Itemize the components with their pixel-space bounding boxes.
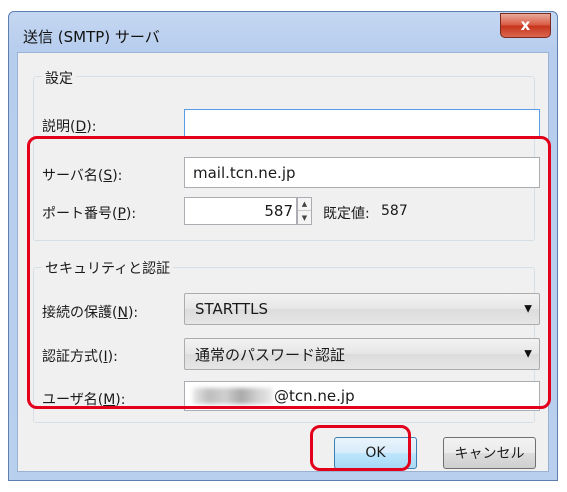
auth-method-select[interactable]: 通常のパスワード認証 ▼ <box>184 338 540 370</box>
username-domain: @tcn.ne.jp <box>274 387 355 405</box>
redacted-username-blur <box>193 388 273 404</box>
smtp-server-dialog: 送信 (SMTP) サーバ x 設定 説明(D): サーバ名(S): mail.… <box>8 11 558 481</box>
username-label: ユーザ名(M): <box>42 392 126 408</box>
security-group-label: セキュリティと認証 <box>42 258 174 278</box>
close-icon: x <box>520 16 531 34</box>
port-label: ポート番号(P): <box>42 206 137 222</box>
ok-button[interactable]: OK <box>334 437 417 469</box>
auth-method-label: 認証方式(I): <box>42 349 118 365</box>
title-bar: 送信 (SMTP) サーバ x <box>9 12 557 52</box>
close-button[interactable]: x <box>500 13 551 38</box>
dropdown-arrow-icon: ▼ <box>524 348 532 360</box>
spin-up-icon[interactable]: ▲ <box>298 198 311 211</box>
connection-security-value: STARTTLS <box>195 300 269 318</box>
connection-security-select[interactable]: STARTTLS ▼ <box>184 293 540 325</box>
port-input[interactable]: 587 <box>184 197 297 225</box>
server-name-label: サーバ名(S): <box>42 168 123 184</box>
server-name-input[interactable]: mail.tcn.ne.jp <box>184 157 540 188</box>
description-input[interactable] <box>184 109 540 139</box>
dialog-client-area: 設定 説明(D): サーバ名(S): mail.tcn.ne.jp ポート番号(… <box>17 52 549 472</box>
auth-method-value: 通常のパスワード認証 <box>195 345 346 364</box>
spin-down-icon[interactable]: ▼ <box>298 211 311 224</box>
default-port-label: 既定値: <box>323 206 370 222</box>
default-port-value: 587 <box>381 203 408 219</box>
cancel-button[interactable]: キャンセル <box>443 437 536 469</box>
dropdown-arrow-icon: ▼ <box>524 303 532 315</box>
settings-group-label: 設定 <box>42 68 76 88</box>
connection-security-label: 接続の保護(N): <box>42 305 139 321</box>
screenshot-top-strip <box>0 0 567 11</box>
port-spinner[interactable]: ▲ ▼ <box>297 197 312 225</box>
username-input[interactable]: @tcn.ne.jp <box>184 381 540 411</box>
dialog-title: 送信 (SMTP) サーバ <box>23 28 160 46</box>
description-label: 説明(D): <box>42 119 97 135</box>
